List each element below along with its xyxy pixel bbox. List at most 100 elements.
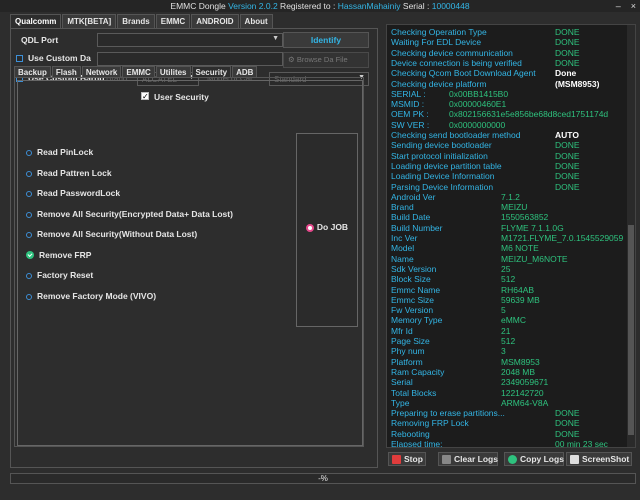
log-row: Memory Type eMMC [391,315,631,325]
log-key: Checking Qcom Boot Download Agent [391,68,536,79]
log-value: 512 [501,336,516,346]
log-value: 1550563852 [501,212,549,223]
log-key: Sdk Version [391,263,437,274]
option-remove-factory-mode[interactable]: Remove Factory Mode (VIVO) [26,291,156,301]
title-user: HassanMahainiy [337,1,401,11]
log-panel[interactable]: Checking Operation Type DONE Waiting For E… [386,24,636,448]
log-key: Rebooting [391,428,430,439]
scrollbar-thumb[interactable] [628,225,634,435]
log-row: Android Ver 7.1.2 [391,192,631,202]
tab-brands[interactable]: Brands [117,14,155,28]
clear-logs-button[interactable]: Clear Logs [438,452,498,466]
log-value: 21 [501,325,511,336]
custom-da-checkbox[interactable] [16,55,23,62]
log-value: 0x0000000000 [449,119,506,130]
copy-label: Copy Logs [520,454,564,464]
log-value: 3 [501,346,506,357]
log-row: Sdk Version 25 [391,264,631,274]
check-circle-icon [26,250,34,259]
log-value: ARM64-V8A [501,397,549,408]
tab-android[interactable]: ANDROID [191,14,239,28]
log-value: 5 [501,305,506,316]
log-key: MSMID : [391,99,425,110]
log-value: (MSM8953) [555,78,600,89]
progress-bar: -% [10,473,636,484]
log-value: DONE [555,181,580,192]
option-remove-frp[interactable]: Remove FRP [26,250,91,260]
option-factory-reset[interactable]: Factory Reset [26,270,93,280]
tab-about[interactable]: About [239,14,273,28]
log-key: Build Date [391,212,431,223]
gear-icon: ⚙ [288,55,295,64]
log-value: 25 [501,263,511,274]
log-row: Checking Operation Type DONE [391,27,631,37]
log-value: DONE [555,160,580,171]
option-remove-all-encrypted[interactable]: Remove All Security(Encrypted Data+ Data… [26,209,233,219]
stop-button[interactable]: Stop [388,452,426,466]
log-row: Checking device platform (MSM8953) [391,79,631,89]
identify-button[interactable]: Identify [283,32,369,48]
log-scrollbar[interactable] [627,25,635,447]
log-key: Device connection is being verified [391,57,522,68]
log-value: FLYME 7.1.1.0G [501,222,564,233]
log-key: Brand [391,202,414,213]
camera-icon [570,455,579,465]
screenshot-button[interactable]: ScreenShot [566,452,632,466]
browse-da-label: Browse Da File [296,55,348,64]
log-row: Page Size 512 [391,336,631,346]
user-security-group: ✓ User Security Read PinLock Read Pattre… [17,80,363,446]
log-row: Checking device communication DONE [391,48,631,58]
log-key: Inc Ver [391,233,418,243]
close-button[interactable]: × [631,0,636,12]
minimize-button[interactable]: – [616,0,621,12]
log-key: OEM PK : [391,109,429,120]
log-row: Parsing Device Information DONE [391,182,631,192]
log-key: Checking device communication [391,47,513,58]
stop-label: Stop [404,454,423,464]
tab-qualcomm[interactable]: Qualcomm [10,14,62,28]
log-key: Serial [391,377,413,388]
log-key: Phy num [391,346,425,357]
log-row: Loading device partition table DONE [391,161,631,171]
log-value: 2349059671 [501,377,549,388]
log-row: Emmc Name RH64AB [391,285,631,295]
option-remove-all-no-loss[interactable]: Remove All Security(Without Data Lost) [26,229,197,239]
log-key: Fw Version [391,305,434,316]
log-value: DONE [555,140,580,151]
log-value: AUTO [555,130,579,140]
record-icon [305,223,314,232]
main-tabs: Qualcomm MTK[BETA] Brands EMMC ANDROID A… [10,14,274,28]
custom-da-path-field[interactable] [97,52,283,66]
option-label: Factory Reset [37,270,94,280]
copy-icon [508,455,517,465]
user-security-checkbox[interactable]: ✓ [141,92,149,101]
qdl-port-select[interactable]: ▼ [97,33,283,47]
radio-icon [26,211,32,218]
log-value: 2048 MB [501,366,536,377]
log-key: Removing FRP Lock [391,418,469,429]
log-row: Preparing to erase partitions... DONE [391,408,631,418]
log-value: DONE [555,171,580,182]
log-row: Name MEIZU_M6NOTE [391,254,631,264]
tab-emmc[interactable]: EMMC [155,14,191,28]
log-key: Emmc Size [391,294,434,305]
log-value: M6 NOTE [501,243,539,254]
browse-da-button[interactable]: ⚙ Browse Da File [283,52,369,68]
option-label: Read Pattren Lock [37,168,112,178]
option-read-pattren-lock[interactable]: Read Pattren Lock [26,168,112,178]
option-label: Remove All Security(Encrypted Data+ Data… [37,209,233,219]
tab-mtk[interactable]: MTK[BETA] [62,14,117,28]
copy-logs-button[interactable]: Copy Logs [504,452,564,466]
title-version: Version 2.0.2 [228,1,278,11]
log-key: Name [391,253,414,264]
log-key: Ram Capacity [391,366,445,377]
log-row: Removing FRP Lock DONE [391,418,631,428]
option-read-passwordlock[interactable]: Read PasswordLock [26,188,120,198]
log-value: DONE [555,428,580,439]
option-read-pinlock[interactable]: Read PinLock [26,147,93,157]
log-buttons: Stop Clear Logs Copy Logs ScreenShot [386,452,636,468]
option-label: Remove FRP [39,250,92,260]
do-job-button[interactable]: Do JOB [296,133,358,327]
log-value: 0x802156631e5e856be68d8ced1751174d [449,109,609,120]
log-key: Sending device bootloader [391,140,492,151]
